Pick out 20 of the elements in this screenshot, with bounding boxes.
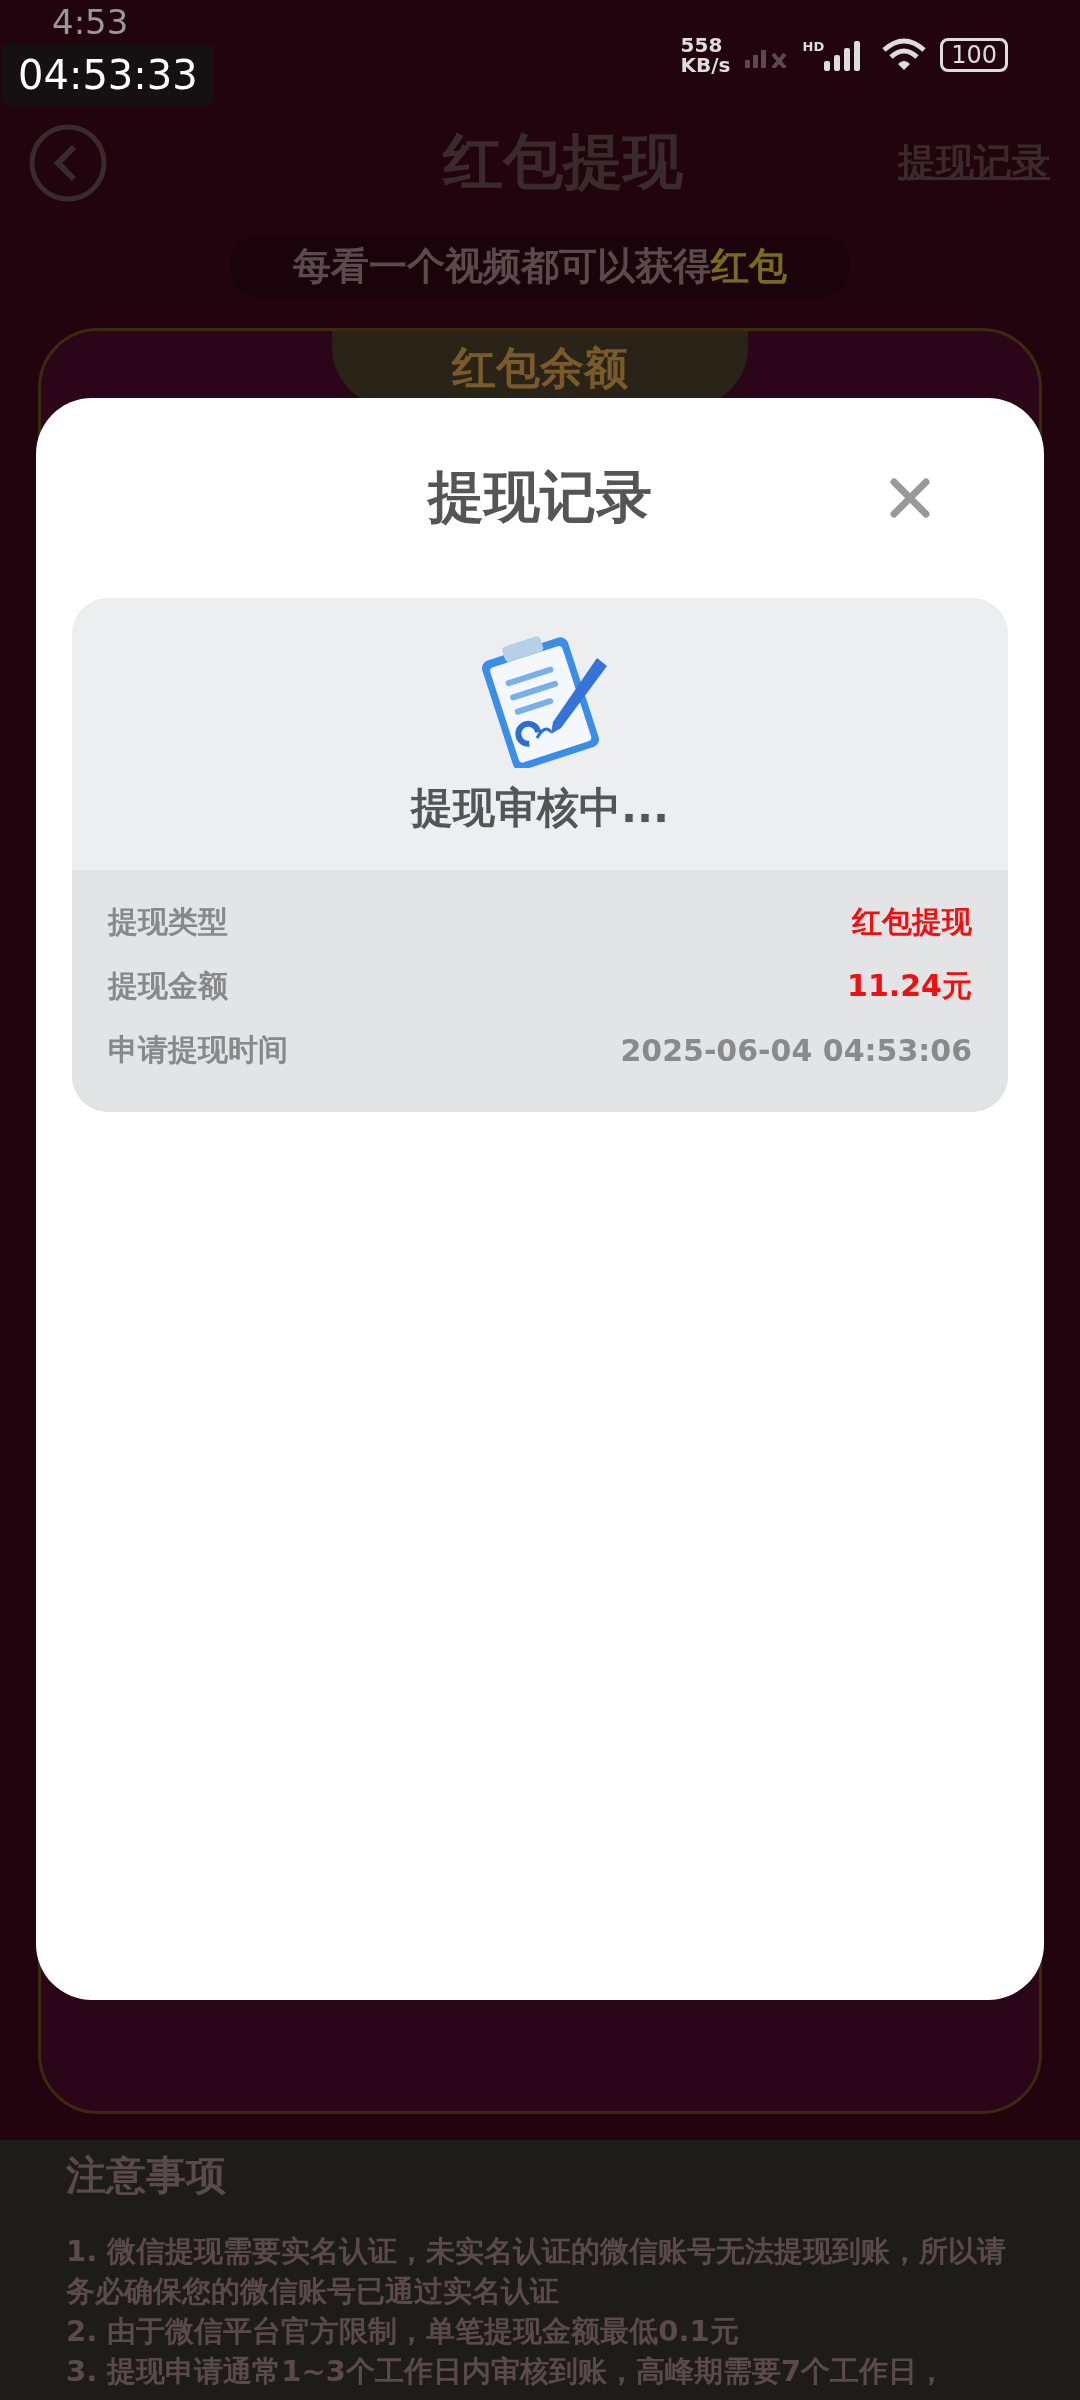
note-text: 2. 由于微信平台官方限制，单笔提现金额最低0.1元 <box>66 2313 740 2350</box>
wifi-icon <box>882 38 927 72</box>
field-label: 申请提现时间 <box>108 1030 288 1069</box>
note-text: 3. 提现申请通常1~3个工作日内审核到账，高峰期需要7个工作日， <box>66 2353 948 2390</box>
field-value: 2025-06-04 04:53:06 <box>620 1032 972 1068</box>
close-icon[interactable] <box>890 478 930 518</box>
note-text: 1. 微信提现需要实名认证，未实名认证的微信账号无法提现到账，所以请务必确保您的微信账号已通过实名认证 <box>66 2233 1008 2310</box>
network-speed: 558 KB/s <box>680 35 731 75</box>
notes-title: 注意事项 <box>66 2151 227 2200</box>
status-time: 4:53 <box>52 2 129 42</box>
dialog-title: 提现记录 <box>428 463 652 531</box>
field-label: 提现类型 <box>108 902 228 941</box>
battery-icon: 100 <box>940 38 1008 72</box>
field-value: 红包提现 <box>852 902 972 941</box>
review-status: 提现审核中... <box>411 782 669 834</box>
field-value: 11.24元 <box>847 966 972 1005</box>
hd-label: HD <box>802 39 825 54</box>
field-label: 提现金额 <box>108 966 228 1005</box>
recorder-clock: 04:53:33 <box>2 44 214 106</box>
banner: 每看一个视频都可以获得红包 <box>230 235 850 298</box>
